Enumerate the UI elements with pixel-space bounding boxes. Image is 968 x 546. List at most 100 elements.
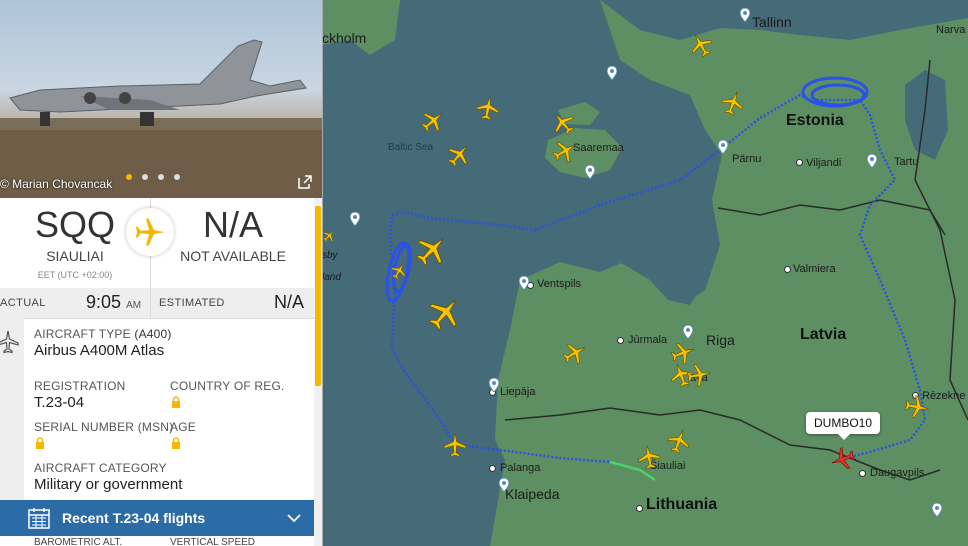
times-divider bbox=[150, 288, 151, 318]
recent-flights-button[interactable]: Recent T.23-04 flights bbox=[0, 500, 314, 536]
city-dot-jurmala bbox=[617, 337, 624, 344]
airport-pin-icon[interactable] bbox=[499, 478, 509, 492]
aircraft-icon[interactable] bbox=[686, 362, 712, 388]
aircraft-photo[interactable]: © Marian Chovancak bbox=[0, 0, 322, 198]
label-viljandi: Viljandi bbox=[806, 157, 842, 169]
airport-pin-icon[interactable] bbox=[489, 378, 499, 392]
label-ventspils: Ventspils bbox=[537, 278, 582, 290]
aircraft-icon[interactable] bbox=[390, 262, 408, 280]
aircraft-icon[interactable] bbox=[322, 226, 336, 246]
airport-pin-icon[interactable] bbox=[683, 325, 693, 339]
photo-dot[interactable] bbox=[142, 174, 148, 180]
city-dot-viljandi bbox=[796, 159, 803, 166]
label-estonia: Estonia bbox=[786, 112, 844, 129]
aircraft-icon[interactable] bbox=[420, 108, 446, 134]
aircraft-icon[interactable] bbox=[426, 294, 464, 332]
label-lithuania: Lithuania bbox=[646, 496, 718, 513]
category-value: Military or government bbox=[34, 476, 183, 493]
times-row: ACTUAL 9:05 AM ESTIMATED N/A bbox=[0, 288, 314, 319]
photo-dot[interactable] bbox=[158, 174, 164, 180]
label-tallinn: Tallinn bbox=[752, 14, 792, 30]
chevron-down-icon bbox=[287, 514, 301, 523]
label-palanga: Palanga bbox=[500, 462, 541, 474]
airport-pin-icon[interactable] bbox=[607, 66, 617, 80]
city-dot-daugavpils bbox=[859, 470, 866, 477]
aircraft-icon[interactable] bbox=[720, 90, 746, 116]
city-dot-valmiera bbox=[784, 266, 791, 273]
aircraft-details: AIRCRAFT TYPE (A400) Airbus A400M Atlas … bbox=[0, 318, 314, 500]
photo-credit[interactable]: © Marian Chovancak bbox=[0, 177, 112, 191]
barometric-alt-label: BAROMETRIC ALT. bbox=[34, 537, 123, 546]
airport-pin-icon[interactable] bbox=[718, 140, 728, 154]
lock-icon bbox=[36, 437, 44, 449]
aircraft-icon[interactable] bbox=[550, 110, 576, 136]
flight-callout[interactable]: DUMBO10 bbox=[806, 412, 881, 440]
vertical-speed-label: VERTICAL SPEED bbox=[170, 537, 256, 546]
lock-icon bbox=[172, 437, 180, 449]
label-narva: Narva bbox=[936, 24, 966, 36]
label-stockholm: ckholm bbox=[322, 30, 367, 46]
external-link-icon[interactable] bbox=[297, 174, 313, 190]
label-parnu: Pärnu bbox=[732, 153, 762, 165]
actual-time: 9:05 AM bbox=[86, 292, 141, 313]
aircraft-type-label: AIRCRAFT TYPE (A400) bbox=[34, 327, 172, 341]
photo-dot[interactable] bbox=[174, 174, 180, 180]
actual-time-value: 9:05 bbox=[86, 292, 122, 312]
registration-label: REGISTRATION bbox=[34, 379, 126, 393]
label-riga: Riga bbox=[706, 332, 735, 348]
airport-pin-icon[interactable] bbox=[519, 276, 529, 290]
estimated-label: ESTIMATED bbox=[159, 297, 225, 309]
aircraft-icon[interactable] bbox=[666, 428, 692, 454]
details-sidebar bbox=[0, 318, 24, 500]
route-summary: SQQ SIAULIAI EET (UTC +02:00) N/A NOT AV… bbox=[0, 198, 314, 289]
airport-pin-icon[interactable] bbox=[932, 503, 942, 517]
next-section-strip: BAROMETRIC ALT. VERTICAL SPEED bbox=[0, 536, 314, 546]
destination-name: NOT AVAILABLE bbox=[180, 248, 286, 264]
airplane-icon bbox=[135, 218, 165, 246]
airport-pin-icon[interactable] bbox=[867, 154, 877, 168]
aircraft-icon[interactable] bbox=[446, 142, 472, 168]
airport-pin-icon[interactable] bbox=[585, 165, 595, 179]
aircraft-type-value[interactable]: Airbus A400M Atlas bbox=[34, 342, 164, 359]
label-saaremaa: Saaremaa bbox=[573, 142, 624, 154]
msn-label: SERIAL NUMBER (MSN) bbox=[34, 420, 174, 434]
actual-time-ampm: AM bbox=[126, 300, 142, 311]
label-jurmala: Jūrmala bbox=[628, 334, 668, 346]
land-baltics bbox=[490, 0, 968, 546]
aircraft-icon[interactable] bbox=[904, 394, 930, 420]
panel-scrollbar[interactable] bbox=[314, 198, 322, 546]
aircraft-icon[interactable] bbox=[552, 138, 578, 164]
label-klaipeda: Klaipeda bbox=[505, 486, 560, 502]
photo-dot-active[interactable] bbox=[126, 174, 132, 180]
actual-label: ACTUAL bbox=[0, 297, 46, 309]
aircraft-icon[interactable] bbox=[414, 232, 450, 268]
label-land: land bbox=[322, 272, 341, 283]
age-label: AGE bbox=[170, 420, 196, 434]
aircraft-icon[interactable] bbox=[688, 32, 714, 58]
scrollbar-thumb[interactable] bbox=[315, 206, 321, 386]
label-baltic-sea: Baltic Sea bbox=[388, 142, 434, 153]
airport-pin-icon[interactable] bbox=[740, 8, 750, 22]
estimated-time: N/A bbox=[274, 292, 305, 312]
aircraft-icon[interactable] bbox=[442, 432, 468, 458]
aircraft-icon[interactable] bbox=[636, 444, 662, 470]
aircraft-type-label-text: AIRCRAFT TYPE bbox=[34, 327, 131, 341]
country-label: COUNTRY OF REG. bbox=[170, 379, 285, 393]
destination-airport: N/A NOT AVAILABLE bbox=[158, 204, 308, 264]
aircraft-type-code: (A400) bbox=[134, 327, 172, 341]
city-dot-lithuania bbox=[636, 505, 643, 512]
category-label: AIRCRAFT CATEGORY bbox=[34, 461, 167, 475]
land-sweden bbox=[322, 0, 400, 55]
registration-value[interactable]: T.23-04 bbox=[34, 394, 84, 411]
aircraft-icon[interactable] bbox=[562, 340, 588, 366]
label-daugavpils: Daugavpils bbox=[870, 467, 925, 479]
photo-pagination[interactable] bbox=[126, 167, 190, 185]
airport-pin-icon[interactable] bbox=[350, 212, 360, 226]
flight-details-panel: © Marian Chovancak SQQ SIAULIAI EET (UTC… bbox=[0, 0, 323, 546]
origin-timezone: EET (UTC +02:00) bbox=[37, 270, 113, 280]
calendar-icon bbox=[28, 508, 50, 529]
aircraft-icon[interactable] bbox=[475, 95, 501, 121]
selected-aircraft-icon[interactable] bbox=[830, 446, 856, 472]
route-plane-badge bbox=[126, 208, 174, 256]
recent-flights-label: Recent T.23-04 flights bbox=[62, 510, 206, 526]
